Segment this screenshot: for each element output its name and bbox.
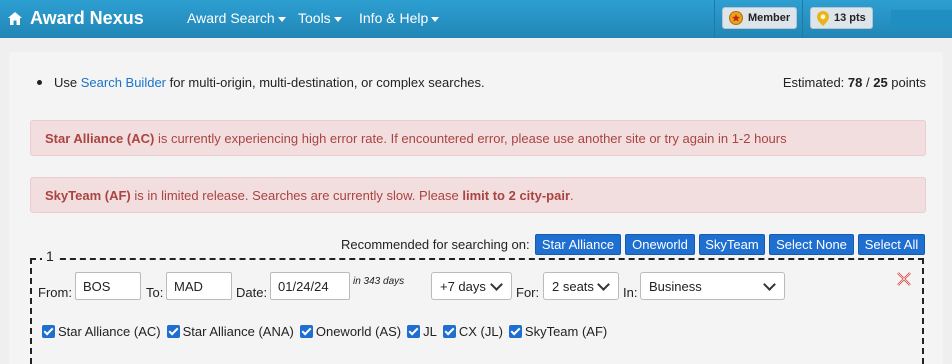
chevron-down-icon — [490, 277, 503, 291]
to-label: To: — [146, 285, 164, 300]
menu-tools[interactable]: Tools — [298, 10, 342, 26]
program-checkbox[interactable]: JL — [407, 324, 437, 339]
select-none-button[interactable]: Select None — [769, 234, 854, 255]
program-checkbox[interactable]: SkyTeam (AF) — [508, 324, 608, 339]
checkbox-checked-icon[interactable] — [407, 325, 421, 338]
program-checkbox[interactable]: Star Alliance (ANA) — [166, 324, 294, 339]
account-menu[interactable] — [891, 10, 952, 28]
from-label: From: — [38, 285, 72, 300]
seats-select[interactable]: 2 seats — [543, 272, 619, 300]
tip-suffix: for multi-origin, multi-destination, or … — [166, 75, 485, 90]
points-label: 13 pts — [834, 12, 866, 24]
in-label: In: — [623, 285, 638, 300]
tip-prefix: Use — [54, 75, 81, 90]
brand[interactable]: Award Nexus — [8, 6, 144, 30]
remove-segment-icon[interactable] — [895, 270, 913, 288]
date-hint: in 343 days — [353, 276, 405, 287]
alert-limit: limit to 2 city-pair — [462, 187, 571, 203]
chevron-down-icon — [763, 277, 776, 291]
estimate-total: 25 — [873, 75, 888, 90]
program-label: Oneworld (AS) — [315, 324, 402, 339]
estimate-separator: / — [862, 75, 874, 90]
estimate-used: 78 — [847, 75, 863, 90]
points-estimate: Estimated: 78 / 25 points — [783, 75, 926, 90]
alert-end: . — [570, 187, 574, 203]
estimate-label: Estimated: — [782, 75, 848, 90]
chevron-down-icon — [597, 277, 610, 291]
program-label: CX (JL) — [458, 324, 503, 339]
brand-name: Award Nexus — [30, 7, 144, 28]
to-input[interactable]: MAD — [166, 272, 232, 300]
flex-days-select[interactable]: +7 days — [431, 272, 512, 300]
menu-award-search-label: Award Search — [187, 10, 275, 26]
shield-icon — [729, 11, 743, 25]
program-checkbox[interactable]: Oneworld (AS) — [299, 324, 402, 339]
flex-days-value: +7 days — [440, 278, 486, 294]
caret-down-icon — [277, 16, 286, 22]
for-label: For: — [516, 285, 540, 300]
caret-down-icon — [333, 16, 342, 22]
date-input[interactable]: 01/24/24 — [270, 272, 350, 300]
nav-divider — [802, 0, 803, 38]
caret-down-icon — [431, 16, 440, 22]
checkbox-checked-icon[interactable] — [42, 325, 55, 338]
program-label: Star Alliance (AC) — [58, 324, 161, 339]
alert-message: is currently experiencing high error rat… — [154, 130, 787, 146]
oneworld-button[interactable]: Oneworld — [625, 234, 695, 255]
search-builder-link[interactable]: Search Builder — [81, 75, 166, 90]
map-pin-icon — [817, 10, 829, 26]
checkbox-checked-icon[interactable] — [299, 325, 313, 338]
member-label: Member — [748, 12, 791, 24]
points-badge[interactable]: 13 pts — [810, 7, 873, 29]
checkbox-checked-icon[interactable] — [508, 325, 522, 338]
menu-tools-label: Tools — [298, 10, 331, 26]
select-all-button[interactable]: Select All — [858, 234, 925, 255]
program-label: JL — [423, 324, 437, 339]
home-icon — [8, 11, 22, 25]
segment-number: 1 — [42, 248, 58, 264]
alert-star-alliance: Star Alliance (AC) is currently experien… — [30, 120, 926, 156]
member-badge[interactable]: Member — [722, 7, 798, 29]
program-checkbox[interactable]: Star Alliance (AC) — [42, 324, 161, 339]
menu-info-help[interactable]: Info & Help — [359, 10, 440, 26]
program-label: SkyTeam (AF) — [524, 324, 608, 339]
search-tip: Use Search Builder for multi-origin, mul… — [37, 75, 485, 90]
alert-program: SkyTeam (AF) — [45, 187, 131, 203]
date-label: Date: — [236, 285, 268, 300]
program-checkboxes: Star Alliance (AC) Star Alliance (ANA) O… — [42, 324, 613, 339]
menu-info-help-label: Info & Help — [359, 10, 429, 26]
estimate-unit: points — [887, 75, 926, 90]
cabin-value: Business — [649, 278, 702, 294]
checkbox-checked-icon[interactable] — [166, 325, 180, 338]
cabin-select[interactable]: Business — [640, 272, 785, 300]
alert-program: Star Alliance (AC) — [45, 130, 155, 146]
star-alliance-button[interactable]: Star Alliance — [535, 234, 621, 255]
skyteam-button[interactable]: SkyTeam — [699, 234, 765, 255]
from-input[interactable]: BOS — [75, 272, 141, 300]
nav-divider — [714, 0, 715, 38]
program-label: Star Alliance (ANA) — [182, 324, 294, 339]
checkbox-checked-icon[interactable] — [442, 325, 456, 338]
alert-skyteam: SkyTeam (AF) is in limited release. Sear… — [30, 177, 926, 213]
alert-message: is in limited release. Searches are curr… — [130, 187, 463, 203]
top-navbar: Award Nexus Award Search Tools Info & He… — [0, 0, 952, 38]
bullet — [37, 80, 42, 85]
seats-value: 2 seats — [552, 278, 594, 294]
menu-award-search[interactable]: Award Search — [187, 10, 286, 26]
recommended-label: Recommended for searching on: — [341, 237, 530, 252]
program-checkbox[interactable]: CX (JL) — [442, 324, 503, 339]
